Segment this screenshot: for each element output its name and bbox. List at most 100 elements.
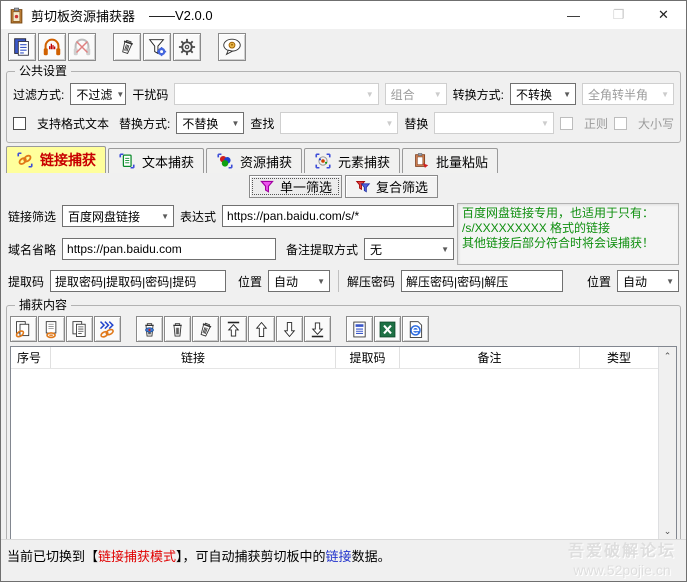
headphones-on-icon — [43, 38, 61, 56]
unzip-label: 解压密码 — [347, 274, 396, 289]
tab-label: 批量粘贴 — [436, 154, 489, 170]
chevron-down-icon: ▼ — [161, 211, 170, 221]
tab-link-capture[interactable]: 链接捕获 — [6, 146, 106, 173]
unzip-pos-select[interactable]: 自动 ▼ — [617, 270, 679, 292]
text-doc-icon — [119, 153, 135, 169]
chevron-down-icon: ▼ — [563, 89, 571, 99]
settings-button[interactable] — [173, 33, 201, 61]
gear-icon — [178, 38, 196, 56]
clear-button[interactable] — [113, 33, 141, 61]
close-icon[interactable]: ✕ — [641, 1, 686, 29]
expression-input[interactable]: https://pan.baidu.com/s/* — [222, 205, 454, 227]
column-header-index[interactable]: 序号 — [11, 347, 51, 368]
copy-all-button[interactable] — [66, 316, 93, 342]
open-links-button[interactable] — [94, 316, 121, 342]
scroll-up-icon[interactable]: ⌃ — [664, 347, 672, 366]
stop-monitor-button[interactable] — [68, 33, 96, 61]
tab-resource-capture[interactable]: 资源捕获 — [206, 148, 303, 173]
find-label: 查找 — [250, 116, 275, 131]
domain-label: 域名省略 — [8, 242, 57, 257]
clear-all-button[interactable] — [192, 316, 219, 342]
export-text-button[interactable] — [346, 316, 373, 342]
export-text-icon — [353, 321, 366, 337]
vertical-scrollbar[interactable]: ⌃ ⌄ — [658, 347, 676, 541]
paste-button[interactable] — [8, 33, 36, 61]
note-mode-select[interactable]: 无 ▼ — [364, 238, 454, 260]
column-header-link[interactable]: 链接 — [51, 347, 336, 368]
table-header: 序号 链接 提取码 备注 类型 — [11, 347, 658, 369]
single-filter-label: 单一筛选 — [279, 180, 332, 195]
column-header-code[interactable]: 提取码 — [336, 347, 400, 368]
rich-text-checkbox[interactable] — [13, 116, 26, 130]
compound-filter-button[interactable]: 复合筛选 — [345, 175, 439, 198]
replace-label: 替换 — [404, 116, 429, 131]
compound-filter-label: 复合筛选 — [376, 180, 429, 195]
export-excel-button[interactable] — [374, 316, 401, 342]
main-toolbar — [1, 29, 686, 65]
single-filter-button[interactable]: 单一筛选 — [248, 175, 342, 198]
delete-selected-button[interactable] — [136, 316, 163, 342]
note-mode-value: 无 — [370, 242, 383, 257]
statusbar: 当前已切换到【链接捕获模式】，可自动捕获剪切板中的链接数据。 吾爱破解论坛 ww… — [1, 539, 686, 581]
fullwidth-value: 全角转半角 — [588, 87, 649, 102]
about-button[interactable] — [218, 33, 246, 61]
column-header-note[interactable]: 备注 — [400, 347, 580, 368]
status-text-1: 当前已切换到【 — [7, 549, 99, 564]
convert-mode-select[interactable]: 不转换 ▼ — [510, 83, 576, 105]
tab-batch-paste[interactable]: 批量粘贴 — [402, 148, 499, 173]
chevron-down-icon: ▼ — [116, 89, 125, 99]
code-input[interactable]: 提取密码|提取码|密码|提码 — [50, 270, 227, 292]
capture-toolbar — [7, 306, 680, 346]
maximize-icon: ❐ — [612, 7, 625, 22]
code-pos-value: 自动 — [274, 274, 299, 289]
table-body[interactable] — [11, 369, 658, 541]
tab-text-capture[interactable]: 文本捕获 — [108, 148, 205, 173]
start-monitor-button[interactable] — [38, 33, 66, 61]
window-version: ——V2.0.0 — [149, 7, 213, 23]
filter-settings-button[interactable] — [143, 33, 171, 61]
chevron-down-icon: ▼ — [433, 89, 442, 99]
open-in-browser-button[interactable] — [402, 316, 429, 342]
move-down-button[interactable] — [276, 316, 303, 342]
tab-element-capture[interactable]: 元素捕获 — [304, 148, 401, 173]
case-checkbox — [613, 116, 627, 130]
trash-icon — [122, 39, 134, 55]
note-mode-label: 备注提取方式 — [286, 242, 359, 257]
tabstrip: 链接捕获 文本捕获 资源捕获 元素捕获 批量粘贴 — [6, 146, 686, 173]
code-pos-select[interactable]: 自动 ▼ — [268, 270, 331, 292]
copy-link-button[interactable] — [10, 316, 37, 342]
move-up-button[interactable] — [248, 316, 275, 342]
tab-label: 链接捕获 — [40, 152, 96, 168]
chevron-down-icon: ▼ — [541, 118, 549, 128]
titlebar: 剪切板资源捕获器 ——V2.0.0 — ❐ ✕ — [1, 1, 686, 29]
app-window: 剪切板资源捕获器 ——V2.0.0 — ❐ ✕ 公共设置 过滤方式: 不过滤 ▼… — [0, 0, 687, 582]
replace-select: ▼ — [434, 112, 554, 134]
domain-input[interactable]: https://pan.baidu.com — [62, 238, 277, 260]
noise-select: ▼ — [174, 83, 379, 105]
replace-mode-select[interactable]: 不替换 ▼ — [176, 112, 245, 134]
column-header-type[interactable]: 类型 — [580, 347, 658, 368]
unzip-value: 解压密码|密码|解压 — [406, 274, 509, 289]
filter-mode-select[interactable]: 不过滤 ▼ — [70, 83, 127, 105]
watermark-line-2: www.52pojie.cn — [573, 562, 671, 578]
status-mode: 链接捕获模式 — [98, 549, 177, 564]
copy-all-icon — [72, 320, 86, 337]
unzip-input[interactable]: 解压密码|密码|解压 — [401, 270, 563, 292]
copy-selected-button[interactable] — [38, 316, 65, 342]
move-down-icon — [283, 321, 296, 337]
unzip-pos-label: 位置 — [586, 274, 611, 289]
case-label: 大小写 — [637, 116, 674, 131]
resource-icon — [217, 153, 233, 169]
minimize-icon[interactable]: — — [551, 1, 596, 29]
combine-value: 组合 — [390, 87, 415, 102]
link-filter-value: 百度网盘链接 — [68, 209, 141, 224]
move-top-button[interactable] — [220, 316, 247, 342]
caption-buttons: — ❐ ✕ — [551, 1, 686, 29]
combine-select: 组合 ▼ — [384, 83, 447, 105]
code-value: 提取密码|提取码|密码|提码 — [55, 274, 197, 289]
watermark-line-1: 吾爱破解论坛 — [567, 543, 676, 560]
move-bottom-button[interactable] — [304, 316, 331, 342]
link-filter-select[interactable]: 百度网盘链接 ▼ — [62, 205, 175, 227]
delete-row-button[interactable] — [164, 316, 191, 342]
headphones-off-icon — [73, 38, 91, 56]
